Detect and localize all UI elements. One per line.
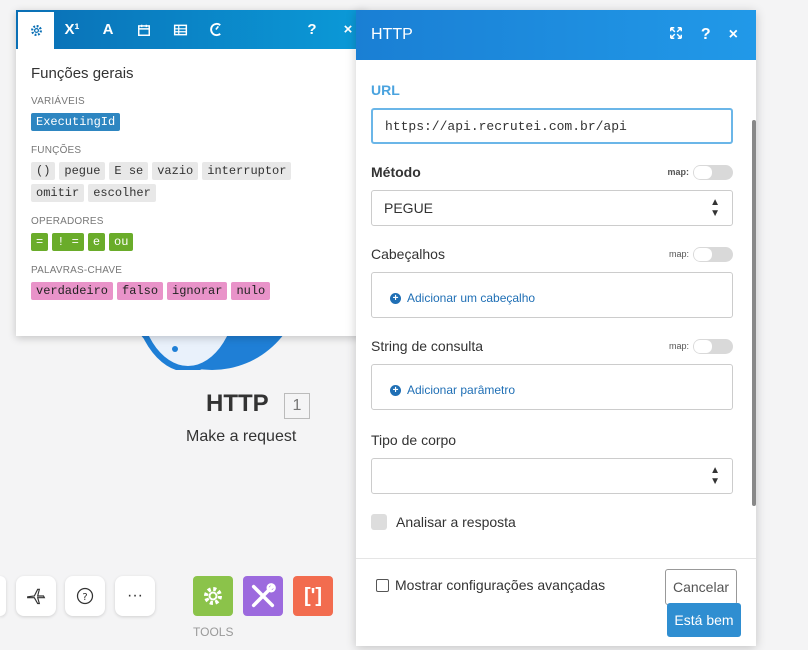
wrench-screwdriver-icon [251, 583, 276, 608]
add-header-button[interactable]: Adicionar um cabeçalho [407, 291, 535, 305]
advanced-settings-label[interactable]: Mostrar configurações avançadas [395, 577, 605, 593]
url-input[interactable]: https://api.recrutei.com.br/api [371, 108, 733, 144]
section-label-variables: VARIÁVEIS [31, 96, 85, 107]
tab-date[interactable] [126, 10, 162, 49]
tools-gear-button[interactable] [193, 576, 233, 616]
ok-button[interactable]: Está bem [667, 603, 741, 637]
query-label: String de consulta [371, 338, 484, 354]
toolbar-button-partial[interactable] [0, 576, 6, 616]
body-type-label: Tipo de corpo [371, 432, 457, 448]
question-circle-icon: ? [76, 587, 94, 605]
tab-general[interactable] [18, 12, 54, 49]
panel-header: HTTP ? × [356, 10, 756, 60]
expand-button[interactable] [669, 26, 683, 45]
advanced-settings-checkbox[interactable] [376, 578, 389, 592]
plus-circle-icon: + [390, 292, 401, 304]
tag-keyword[interactable]: ignorar [167, 282, 228, 300]
tag-keyword[interactable]: verdadeiro [31, 282, 114, 300]
tab-math[interactable]: X¹ [54, 10, 90, 49]
expand-icon [669, 26, 682, 39]
panel-footer: Mostrar configurações avançadas Cancelar… [356, 558, 756, 647]
tag-function[interactable]: vazio [152, 162, 199, 180]
parse-response-checkbox[interactable] [371, 514, 387, 530]
tab-text[interactable]: A [90, 10, 126, 49]
headers-box: + Adicionar um cabeçalho [371, 272, 733, 318]
gauge-icon [209, 22, 221, 37]
gear-icon [204, 587, 222, 605]
tab-custom[interactable] [198, 10, 234, 49]
airplane-icon [27, 588, 46, 605]
functions-popup: X¹ A ? × Funções gerais VARIÁVEIS Execut… [16, 10, 366, 336]
tag-function[interactable]: pegue [59, 162, 106, 180]
panel-title: HTTP [371, 26, 413, 43]
tag-function[interactable]: interruptor [202, 162, 292, 180]
tag-keyword[interactable]: falso [117, 282, 164, 300]
method-select[interactable]: PEGUE ▲ ▼ [371, 190, 733, 226]
query-map-toggle[interactable] [693, 338, 733, 354]
module-badge: 1 [284, 393, 310, 419]
query-box: + Adicionar parâmetro [371, 364, 733, 410]
panel-close-button[interactable]: × [729, 26, 738, 45]
section-label-operators: OPERADORES [31, 216, 104, 227]
tag-operator[interactable]: ! = [52, 233, 84, 251]
svg-text:?: ? [82, 592, 87, 603]
select-arrows-icon: ▲ ▼ [710, 197, 720, 219]
headers-map-toggle[interactable] [693, 246, 733, 262]
help-icon: ? [307, 21, 317, 38]
select-arrows-icon: ▲ ▼ [710, 465, 720, 487]
text-icon: A [102, 21, 114, 38]
tag-keyword[interactable]: nulo [231, 282, 271, 300]
method-map-toggle[interactable] [693, 164, 733, 180]
gear-icon [30, 25, 42, 36]
tag-operator[interactable]: ou [109, 233, 134, 251]
close-icon: × [343, 21, 353, 38]
help-button[interactable]: ? [65, 576, 105, 616]
method-value: PEGUE [384, 200, 434, 216]
map-label: map: [667, 167, 689, 177]
headers-label: Cabeçalhos [371, 246, 445, 262]
calendar-icon [138, 24, 150, 36]
brackets-icon: ['] [303, 584, 323, 607]
map-label: map: [668, 249, 689, 259]
popup-help-button[interactable]: ? [294, 10, 330, 49]
tag-variable[interactable]: ExecutingId [31, 113, 121, 131]
popup-tabbar: X¹ A ? × [16, 10, 366, 49]
tag-function[interactable]: E se [109, 162, 149, 180]
panel-help-button[interactable]: ? [701, 26, 711, 45]
url-label: URL [371, 82, 400, 98]
panel-form: URL https://api.recrutei.com.br/api Méto… [356, 60, 748, 560]
tools-label: TOOLS [193, 625, 234, 639]
tab-array[interactable] [162, 10, 198, 49]
panel-scrollbar[interactable] [748, 60, 756, 560]
tag-function[interactable]: omitir [31, 184, 85, 202]
tag-function[interactable]: escolher [88, 184, 156, 202]
module-title: HTTP [206, 390, 269, 417]
add-parameter-button[interactable]: Adicionar parâmetro [407, 383, 515, 397]
plus-circle-icon: + [390, 384, 401, 396]
parse-response-label: Analisar a resposta [396, 514, 516, 530]
tools-brackets-button[interactable]: ['] [293, 576, 333, 616]
tools-wrench-button[interactable] [243, 576, 283, 616]
tag-function[interactable]: () [31, 162, 56, 180]
help-icon: ? [700, 25, 711, 43]
superscript-icon: X¹ [64, 21, 80, 38]
table-icon [173, 24, 187, 35]
section-label-keywords: PALAVRAS-CHAVE [31, 265, 123, 276]
more-button[interactable]: ··· [115, 576, 155, 616]
popup-title: Funções gerais [31, 65, 134, 82]
body-type-select[interactable]: ▲ ▼ [371, 458, 733, 494]
close-icon: × [728, 25, 738, 43]
tag-operator[interactable]: = [31, 233, 49, 251]
tag-operator[interactable]: e [87, 233, 106, 251]
airplane-button[interactable] [16, 576, 56, 616]
module-subtitle: Make a request [186, 428, 297, 445]
cancel-button[interactable]: Cancelar [665, 569, 737, 605]
method-label: Método [371, 164, 421, 180]
map-label: map: [668, 341, 689, 351]
section-label-functions: FUNÇÕES [31, 145, 82, 156]
http-settings-panel: HTTP ? × URL https://api.recrutei.com.br… [356, 10, 756, 646]
ellipsis-icon: ··· [127, 587, 143, 604]
scroll-thumb[interactable] [752, 120, 756, 506]
